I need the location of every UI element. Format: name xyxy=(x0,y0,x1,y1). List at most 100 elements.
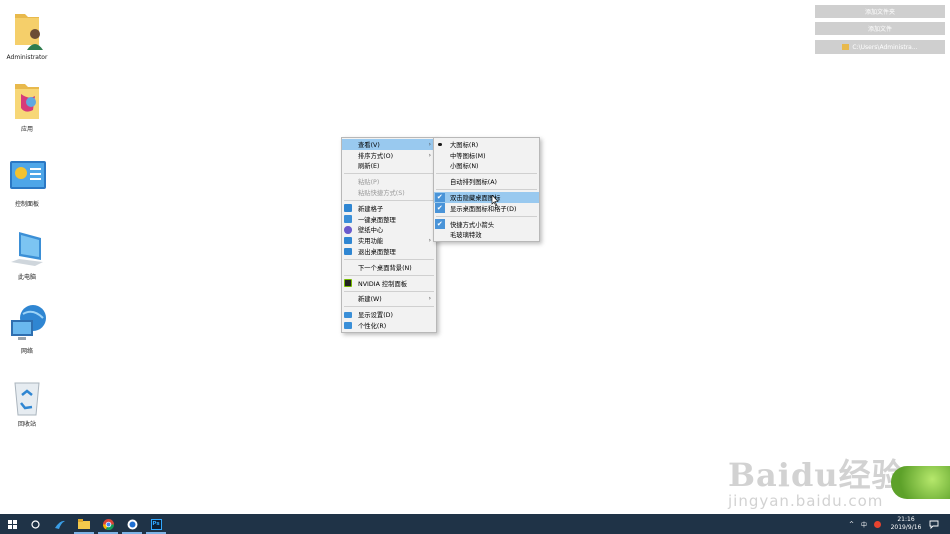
taskbar-clock[interactable]: 21:16 2019/9/16 xyxy=(885,516,927,532)
chevron-up-icon: ^ xyxy=(849,520,855,528)
desktop-icon-label: 网络 xyxy=(20,348,33,355)
chevron-right-icon: › xyxy=(428,295,431,303)
menu-separator xyxy=(436,189,537,191)
file-explorer-icon xyxy=(78,519,90,529)
menu-item-view[interactable]: 查看(V) › xyxy=(342,139,436,150)
recycle-bin-icon xyxy=(5,375,49,419)
sogou-tray-icon[interactable] xyxy=(874,514,881,534)
menu-label: 壁纸中心 xyxy=(358,227,384,235)
desktop-icon-label: 回收站 xyxy=(17,421,36,428)
sogou-icon xyxy=(874,520,881,528)
desktop-icon-label: 此电脑 xyxy=(17,274,36,281)
menu-label: 查看(V) xyxy=(358,141,380,149)
add-folder-button[interactable]: 添加文件夹 xyxy=(815,5,945,18)
search-button[interactable] xyxy=(23,514,47,534)
menu-label: 快捷方式小箭头 xyxy=(450,221,495,229)
wallpaper-icon xyxy=(344,226,352,234)
menu-separator xyxy=(344,306,434,308)
clock-time: 21:16 xyxy=(897,516,915,523)
desktop-icon-label: 应用 xyxy=(20,126,33,133)
computer-icon xyxy=(5,228,49,272)
nvidia-icon xyxy=(344,279,352,287)
menu-separator xyxy=(344,274,434,276)
folder-icon xyxy=(842,44,850,50)
taskbar-app-photoshop[interactable]: Ps xyxy=(144,514,168,534)
checkmark-icon: ✔ xyxy=(435,203,445,213)
submenu-item-show-icons-grids[interactable]: ✔ 显示桌面图标和格子(D) xyxy=(434,203,539,214)
submenu-item-shortcut-arrow[interactable]: ✔ 快捷方式小箭头 xyxy=(434,219,539,230)
taskbar-app-explorer[interactable] xyxy=(72,514,96,534)
menu-item-paste[interactable]: 粘贴(P) xyxy=(342,176,436,187)
menu-label: 粘贴(P) xyxy=(358,179,380,187)
action-center-button[interactable] xyxy=(929,514,939,534)
submenu-item-medium-icons[interactable]: 中等图标(M) xyxy=(434,150,539,161)
menu-item-wallpaper-center[interactable]: 壁纸中心 xyxy=(342,225,436,236)
desktop-icon-administrator[interactable]: Administrator xyxy=(0,8,54,62)
menu-label: 显示设置(D) xyxy=(358,312,393,320)
chevron-right-icon: › xyxy=(428,151,431,159)
checkmark-icon: ✔ xyxy=(435,219,445,229)
path-display[interactable]: C:\Users\Administra... xyxy=(815,40,945,54)
chevron-right-icon: › xyxy=(428,140,431,148)
menu-label: 新建格子 xyxy=(358,205,384,213)
menu-item-paste-shortcut[interactable]: 粘贴快捷方式(S) xyxy=(342,187,436,198)
ime-indicator[interactable]: 中 xyxy=(861,514,867,534)
chevron-right-icon: › xyxy=(428,237,431,245)
submenu-item-auto-arrange[interactable]: 自动排列图标(A) xyxy=(434,176,539,187)
taskbar-app-chrome[interactable] xyxy=(96,514,120,534)
menu-label: 刷新(E) xyxy=(358,163,380,171)
desktop-icon-this-pc[interactable]: 此电脑 xyxy=(0,228,54,282)
desktop-icon-network[interactable]: 网络 xyxy=(0,302,54,356)
menu-item-personalize[interactable]: 个性化(R) xyxy=(342,320,436,331)
taskbar-app-ie[interactable] xyxy=(48,514,72,534)
menu-label: 排序方式(O) xyxy=(358,152,394,160)
exit-icon xyxy=(344,247,352,256)
folder-icon xyxy=(5,80,49,124)
desktop-icon-apps[interactable]: 应用 xyxy=(0,80,54,134)
watermark-main: Baidu经验 xyxy=(728,456,905,494)
menu-label: 实用功能 xyxy=(358,238,384,246)
radio-dot-icon xyxy=(438,142,442,146)
menu-item-new-grid[interactable]: 新建格子 xyxy=(342,203,436,214)
menu-label: 一键桌面整理 xyxy=(358,216,396,224)
submenu-item-small-icons[interactable]: 小图标(N) xyxy=(434,161,539,172)
desktop-icon-recycle-bin[interactable]: 回收站 xyxy=(0,375,54,429)
menu-item-sort[interactable]: 排序方式(O) › xyxy=(342,150,436,161)
desktop-icon-control-panel[interactable]: 控制面板 xyxy=(0,155,54,209)
menu-separator xyxy=(344,199,434,201)
add-file-button[interactable]: 添加文件 xyxy=(815,22,945,35)
menu-item-refresh[interactable]: 刷新(E) xyxy=(342,161,436,172)
view-submenu: 大图标(R) 中等图标(M) 小图标(N) 自动排列图标(A) ✔ 双击隐藏桌面… xyxy=(433,137,540,243)
submenu-item-double-click-hide[interactable]: ✔ 双击隐藏桌面图标 xyxy=(434,192,539,207)
network-icon xyxy=(5,302,49,346)
menu-separator xyxy=(436,215,537,217)
chrome-icon xyxy=(102,518,114,530)
display-icon xyxy=(344,311,352,318)
desktop-icon-label: 控制面板 xyxy=(14,201,39,208)
start-button[interactable] xyxy=(0,514,24,534)
new-grid-icon xyxy=(344,204,352,212)
menu-label: 中等图标(M) xyxy=(450,152,486,160)
desktop-icon-label: Administrator xyxy=(6,54,48,61)
menu-label: 退出桌面整理 xyxy=(358,249,396,257)
control-panel-icon xyxy=(5,155,49,199)
photoshop-label: Ps xyxy=(152,521,160,527)
taskbar-app-browser[interactable] xyxy=(120,514,144,534)
submenu-item-large-icons[interactable]: 大图标(R) xyxy=(434,139,539,150)
menu-label: 大图标(R) xyxy=(450,141,479,149)
browser-icon xyxy=(55,520,65,529)
submenu-item-frosted-glass[interactable]: 毛玻璃特效 xyxy=(434,230,539,241)
menu-item-new[interactable]: 新建(W) › xyxy=(342,294,436,305)
menu-label: 自动排列图标(A) xyxy=(450,179,498,187)
menu-separator xyxy=(436,173,537,175)
show-hidden-icons-button[interactable]: ^ xyxy=(849,514,854,534)
menu-item-exit-organize[interactable]: 退出桌面整理 xyxy=(342,246,436,257)
menu-item-one-click-organize[interactable]: 一键桌面整理 xyxy=(342,214,436,225)
watermark-sub: jingyan.baidu.com xyxy=(728,492,884,510)
menu-item-nvidia[interactable]: NVIDIA 控制面板 xyxy=(342,278,436,289)
menu-item-next-background[interactable]: 下一个桌面背景(N) xyxy=(342,262,436,273)
menu-label: 新建(W) xyxy=(358,296,382,304)
menu-item-utilities[interactable]: 实用功能 › xyxy=(342,235,436,246)
photoshop-icon: Ps xyxy=(150,518,162,530)
menu-item-display-settings[interactable]: 显示设置(D) xyxy=(342,309,436,320)
